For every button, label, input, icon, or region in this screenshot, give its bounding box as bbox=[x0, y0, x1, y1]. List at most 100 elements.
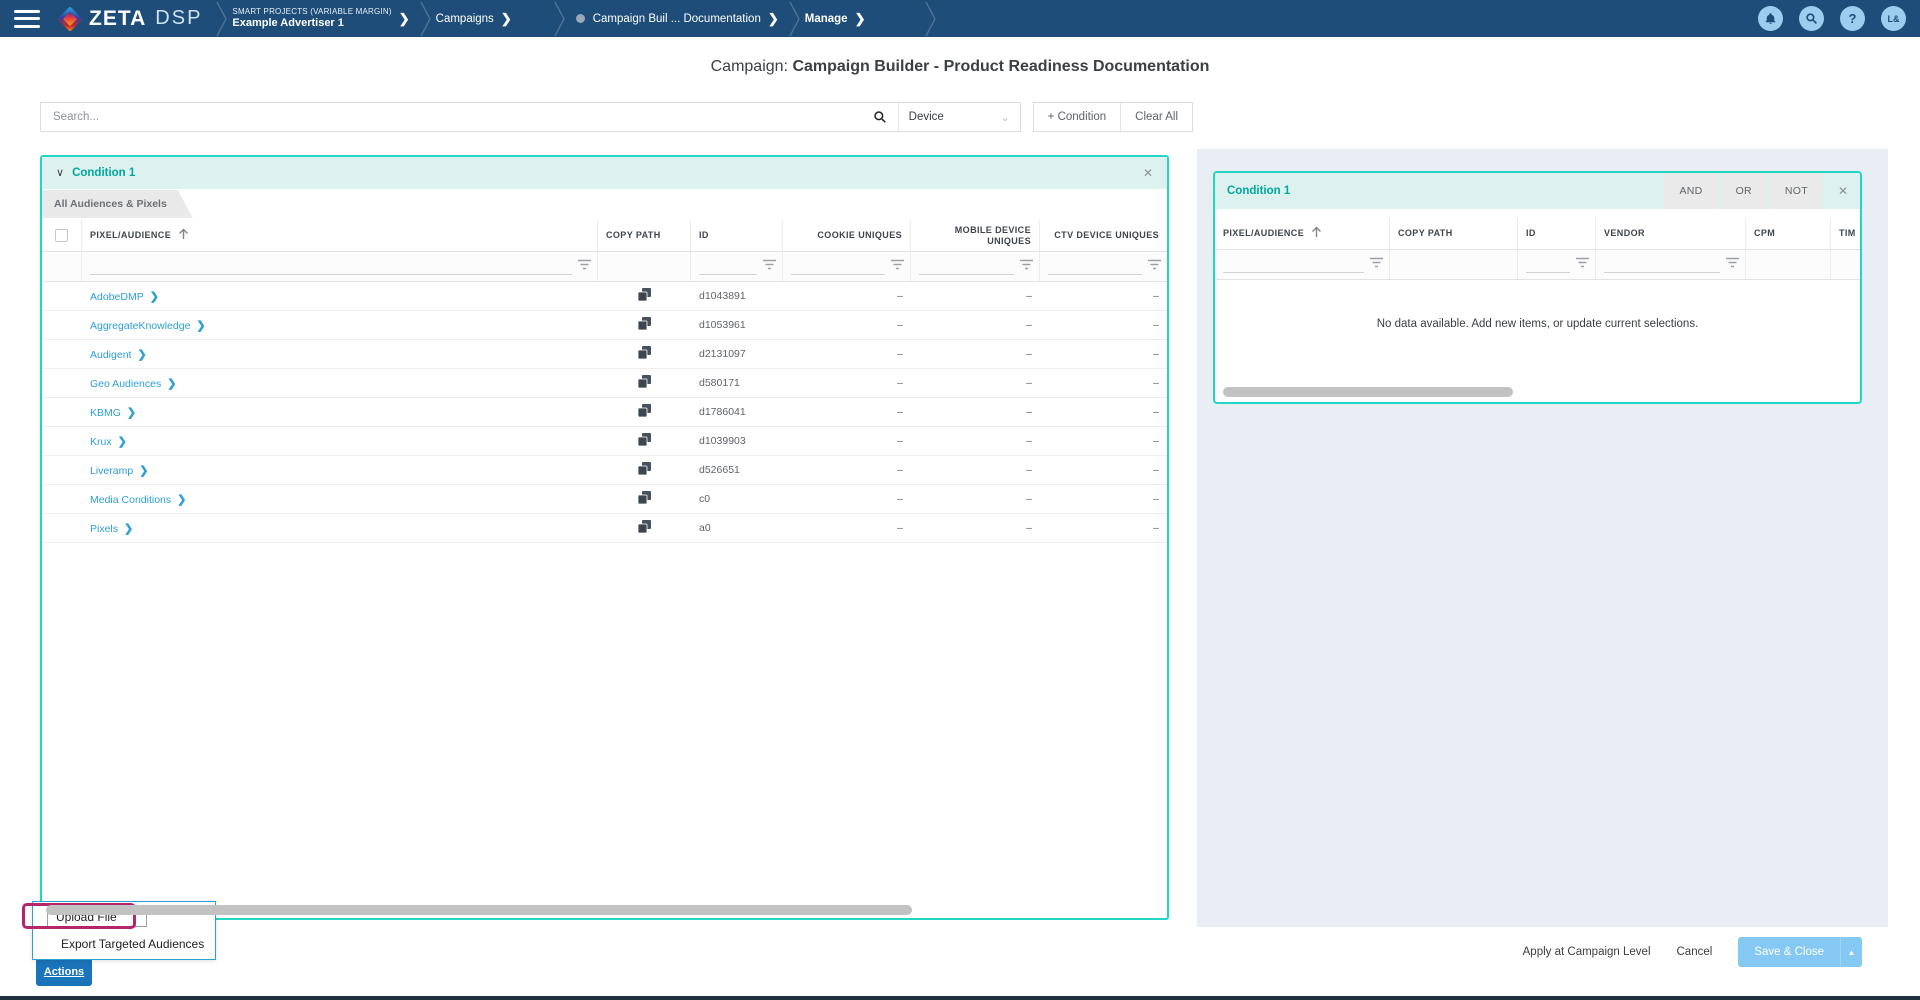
column-header[interactable]: PIXEL/AUDIENCE bbox=[1223, 228, 1304, 239]
copy-path-icon[interactable] bbox=[638, 346, 651, 362]
breadcrumb-manage[interactable]: Manage ❯ bbox=[805, 11, 866, 27]
operator-not-button[interactable]: NOT bbox=[1770, 173, 1823, 209]
filter-icon[interactable] bbox=[578, 257, 591, 275]
column-header[interactable]: ID bbox=[1526, 228, 1536, 239]
audience-link[interactable]: AggregateKnowledge❯ bbox=[90, 319, 206, 332]
expand-chevron-icon[interactable]: ❯ bbox=[167, 378, 176, 390]
clear-all-button[interactable]: Clear All bbox=[1120, 103, 1192, 131]
close-icon[interactable]: ✕ bbox=[1826, 173, 1860, 209]
audience-link[interactable]: Liveramp❯ bbox=[90, 464, 148, 477]
breadcrumb-campaign[interactable]: Campaign Buil ... Documentation ❯ bbox=[576, 11, 779, 27]
expand-chevron-icon[interactable]: ❯ bbox=[118, 436, 127, 448]
filter-input[interactable] bbox=[90, 263, 572, 275]
copy-path-icon[interactable] bbox=[638, 375, 651, 391]
breadcrumb-advertiser[interactable]: SMART PROJECTS (VARIABLE MARGIN) Example… bbox=[232, 7, 409, 30]
search-input[interactable] bbox=[41, 111, 862, 123]
expand-chevron-icon[interactable]: ❯ bbox=[137, 349, 146, 361]
column-header[interactable]: VENDOR bbox=[1604, 228, 1645, 239]
search-submit-button[interactable] bbox=[862, 103, 898, 131]
copy-path-icon[interactable] bbox=[638, 404, 651, 420]
operator-or-button[interactable]: OR bbox=[1721, 173, 1767, 209]
close-icon[interactable]: ✕ bbox=[1143, 166, 1153, 180]
audience-link[interactable]: AdobeDMP❯ bbox=[90, 290, 159, 303]
select-all-checkbox[interactable] bbox=[55, 229, 68, 242]
tab-all-audiences-pixels[interactable]: All Audiences & Pixels bbox=[42, 190, 193, 218]
zeta-dsp-logo[interactable]: ZETA DSP bbox=[58, 7, 202, 31]
horizontal-scrollbar[interactable] bbox=[1223, 387, 1513, 397]
cancel-button[interactable]: Cancel bbox=[1677, 946, 1713, 958]
filter-icon[interactable] bbox=[763, 257, 776, 275]
global-search-button[interactable] bbox=[1799, 6, 1824, 31]
column-header[interactable]: TIM bbox=[1839, 228, 1856, 239]
audience-link[interactable]: Pixels❯ bbox=[90, 522, 133, 535]
copy-path-icon[interactable] bbox=[638, 520, 651, 536]
operator-and-button[interactable]: AND bbox=[1664, 173, 1717, 209]
dimension-dropdown[interactable]: Device ⌄ bbox=[898, 103, 1020, 131]
column-header[interactable]: COOKIE UNIQUES bbox=[817, 230, 902, 241]
uniques-value: – bbox=[897, 464, 903, 476]
sort-ascending-icon[interactable] bbox=[1304, 226, 1322, 241]
column-header[interactable]: CPM bbox=[1754, 228, 1775, 239]
filter-input[interactable] bbox=[1526, 261, 1570, 273]
save-close-button[interactable]: Save & Close ▲ bbox=[1738, 937, 1862, 967]
id-value: d526651 bbox=[699, 464, 740, 476]
help-button[interactable]: ? bbox=[1840, 6, 1865, 31]
breadcrumb-campaigns[interactable]: Campaigns ❯ bbox=[436, 11, 512, 27]
audience-link[interactable]: Geo Audiences❯ bbox=[90, 377, 176, 390]
filter-icon[interactable] bbox=[1370, 255, 1383, 273]
filter-input[interactable] bbox=[1048, 263, 1142, 275]
sort-ascending-icon[interactable] bbox=[171, 228, 189, 243]
question-mark-icon: ? bbox=[1849, 11, 1857, 26]
column-header[interactable]: COPY PATH bbox=[606, 230, 661, 241]
chevron-right-icon[interactable]: ❯ bbox=[768, 11, 779, 27]
apply-campaign-level-button[interactable]: Apply at Campaign Level bbox=[1523, 946, 1651, 958]
column-header[interactable]: ID bbox=[699, 230, 709, 241]
table-row: Media Conditions❯c0––– bbox=[42, 485, 1167, 514]
filter-input[interactable] bbox=[1223, 261, 1364, 273]
empty-state-message: No data available. Add new items, or upd… bbox=[1215, 280, 1860, 330]
column-header[interactable]: PIXEL/AUDIENCE bbox=[90, 230, 171, 241]
copy-path-icon[interactable] bbox=[638, 288, 651, 304]
filter-icon[interactable] bbox=[1148, 257, 1161, 275]
chevron-right-icon[interactable]: ❯ bbox=[501, 11, 512, 27]
filter-icon[interactable] bbox=[1726, 255, 1739, 273]
user-avatar[interactable]: L& bbox=[1881, 6, 1906, 31]
filter-icon[interactable] bbox=[1020, 257, 1033, 275]
audience-link[interactable]: Media Conditions❯ bbox=[90, 493, 186, 506]
caret-up-icon[interactable]: ▲ bbox=[1840, 937, 1862, 967]
add-condition-button[interactable]: + Condition bbox=[1034, 103, 1121, 131]
selection-area: Condition 1 AND OR NOT ✕ PIXEL/AUDIENCEC… bbox=[1197, 149, 1888, 927]
chevron-right-icon[interactable]: ❯ bbox=[855, 11, 866, 27]
expand-chevron-icon[interactable]: ❯ bbox=[127, 407, 136, 419]
copy-path-icon[interactable] bbox=[638, 433, 651, 449]
filter-icon[interactable] bbox=[1576, 255, 1589, 273]
copy-path-icon[interactable] bbox=[638, 317, 651, 333]
expand-chevron-icon[interactable]: ❯ bbox=[150, 291, 159, 303]
column-header[interactable]: COPY PATH bbox=[1398, 228, 1453, 239]
logo-zeta-text: ZETA bbox=[89, 7, 146, 31]
actions-button[interactable]: Actions bbox=[36, 958, 92, 986]
audience-link[interactable]: Krux❯ bbox=[90, 435, 127, 448]
notifications-button[interactable] bbox=[1758, 6, 1783, 31]
filter-input[interactable] bbox=[699, 263, 757, 275]
audience-link[interactable]: Audigent❯ bbox=[90, 348, 147, 361]
expand-chevron-icon[interactable]: ❯ bbox=[139, 465, 148, 477]
copy-path-icon[interactable] bbox=[638, 491, 651, 507]
uniques-value: – bbox=[897, 522, 903, 534]
menu-item-export-targeted-audiences[interactable]: Export Targeted Audiences bbox=[55, 934, 215, 954]
audience-link[interactable]: KBMG❯ bbox=[90, 406, 136, 419]
hamburger-menu-icon[interactable] bbox=[14, 10, 40, 28]
copy-path-icon[interactable] bbox=[638, 462, 651, 478]
filter-input[interactable] bbox=[919, 263, 1014, 275]
expand-chevron-icon[interactable]: ❯ bbox=[177, 494, 186, 506]
expand-chevron-icon[interactable]: ❯ bbox=[124, 523, 133, 535]
filter-icon[interactable] bbox=[891, 257, 904, 275]
filter-input[interactable] bbox=[1604, 261, 1720, 273]
filter-input[interactable] bbox=[791, 263, 885, 275]
horizontal-scrollbar[interactable] bbox=[46, 905, 912, 915]
column-header[interactable]: MOBILE DEVICE UNIQUES bbox=[919, 225, 1031, 247]
expand-chevron-icon[interactable]: ❯ bbox=[196, 320, 205, 332]
collapse-chevron-icon[interactable]: ∨ bbox=[56, 168, 64, 179]
column-header[interactable]: CTV DEVICE UNIQUES bbox=[1054, 230, 1159, 241]
chevron-right-icon[interactable]: ❯ bbox=[399, 11, 410, 27]
